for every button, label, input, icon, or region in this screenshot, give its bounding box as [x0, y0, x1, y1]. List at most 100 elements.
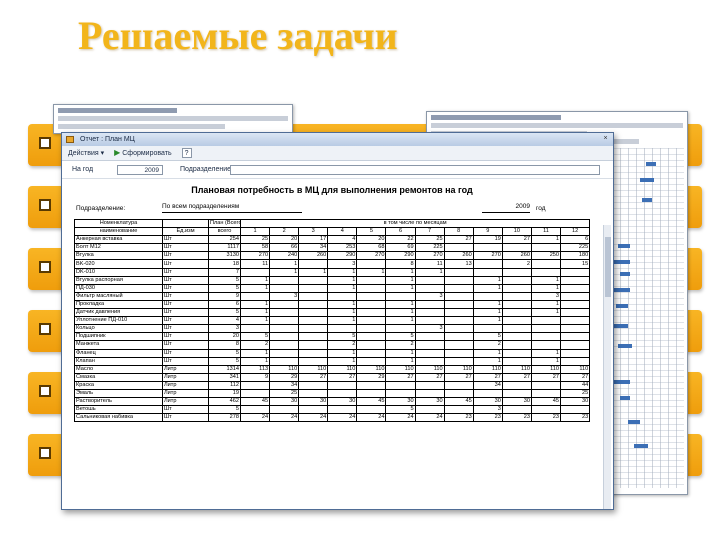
quantity-cell	[501, 332, 532, 342]
quantity-cell: 113	[239, 364, 271, 374]
quantity-cell	[560, 299, 591, 310]
quantity-cell	[298, 259, 329, 269]
quantity-cell	[560, 348, 591, 358]
quantity-cell: 110	[327, 364, 358, 374]
quantity-cell	[269, 405, 300, 415]
quantity-cell	[501, 316, 532, 326]
quantity-cell	[530, 316, 562, 326]
unit-cell: Шт	[162, 235, 209, 245]
quantity-cell	[269, 275, 300, 285]
quantity-cell: 1	[530, 283, 562, 293]
quantity-cell	[356, 388, 387, 399]
quantity-cell: 66	[269, 243, 300, 253]
quantity-cell: 1	[385, 299, 416, 310]
quantity-cell	[414, 299, 445, 310]
quantity-cell	[501, 299, 532, 310]
quantity-cell: 1	[472, 316, 503, 326]
quantity-cell: 3	[414, 324, 445, 334]
quantity-cell: 5	[208, 308, 241, 318]
actions-menu[interactable]: Действия ▾	[68, 146, 104, 161]
quantity-cell: 68	[356, 243, 387, 253]
item-name-cell: Болт М12	[74, 243, 163, 253]
quantity-cell: 5	[385, 405, 416, 415]
vertical-scrollbar[interactable]	[603, 225, 611, 509]
quantity-cell: 110	[472, 364, 503, 374]
column-header: 3	[298, 227, 329, 237]
quantity-cell: 27	[472, 372, 503, 382]
quantity-cell: 270	[472, 251, 503, 261]
quantity-cell: 25	[269, 388, 300, 399]
gantt-task-bar	[646, 162, 656, 166]
quantity-cell: 29	[356, 372, 387, 382]
quantity-cell: 24	[269, 413, 300, 423]
quantity-cell: 45	[356, 397, 387, 407]
scrollbar-thumb[interactable]	[605, 237, 611, 297]
table-header-row: Номенклатура План (Всего в том числе по …	[74, 218, 591, 229]
column-header: всего	[208, 227, 241, 237]
quantity-cell: 6	[208, 299, 241, 310]
unit-cell: Шт	[162, 356, 209, 366]
quantity-cell: 27	[443, 235, 474, 245]
quantity-cell	[414, 308, 445, 318]
column-header: 12	[560, 227, 591, 237]
window-titlebar[interactable]: Отчет : План МЦ ×	[62, 133, 613, 146]
quantity-cell	[298, 340, 329, 350]
gantt-task-bar	[618, 244, 630, 248]
quantity-cell	[443, 283, 474, 293]
quantity-cell	[414, 316, 445, 326]
gantt-task-bar	[614, 260, 630, 264]
quantity-cell	[443, 275, 474, 285]
unit-cell: Шт	[162, 259, 209, 269]
quantity-cell	[269, 356, 300, 366]
item-name-cell: Подшипник	[74, 332, 163, 342]
quantity-cell: 225	[414, 243, 445, 253]
quantity-cell: 1	[327, 267, 358, 277]
quantity-cell	[443, 308, 474, 318]
quantity-cell: 1	[385, 356, 416, 366]
checkbox-bullet-icon	[39, 323, 51, 335]
quantity-cell	[239, 291, 271, 301]
quantity-cell	[356, 291, 387, 301]
column-header: 9	[472, 227, 503, 237]
quantity-cell: 1	[385, 275, 416, 285]
quantity-cell: 1	[298, 267, 329, 277]
item-name-cell: Уплотнение ПД-010	[74, 316, 163, 326]
unit-cell: Шт	[162, 405, 209, 415]
quantity-cell: 9	[239, 372, 271, 382]
gantt-task-bar	[616, 304, 628, 308]
quantity-cell: 23	[501, 413, 532, 423]
year-param-input[interactable]: 2009	[117, 165, 163, 175]
quantity-cell: 1	[530, 308, 562, 318]
column-header: 1	[239, 227, 271, 237]
quantity-cell: 20	[269, 235, 300, 245]
quantity-cell	[443, 299, 474, 310]
quantity-cell: 27	[443, 372, 474, 382]
quantity-cell: 1	[472, 356, 503, 366]
item-name-cell: Клапан	[74, 356, 163, 366]
generate-button[interactable]: ▶ Сформировать	[114, 145, 171, 161]
quantity-cell: 1	[327, 283, 358, 293]
table-row: Болт М12 Шт 1117 58 66 34 253 68 69 225 225	[74, 243, 591, 253]
quantity-cell	[298, 308, 329, 318]
quantity-cell: 2	[239, 340, 271, 350]
quantity-cell	[269, 340, 300, 350]
quantity-cell: 2	[385, 340, 416, 350]
quantity-cell: 11	[414, 259, 445, 269]
subdivision-param-input[interactable]	[230, 165, 600, 175]
quantity-cell	[356, 283, 387, 293]
unit-cell: Шт	[162, 291, 209, 301]
quantity-cell	[414, 283, 445, 293]
quantity-cell: 1	[530, 275, 562, 285]
help-button[interactable]: ?	[181, 148, 192, 158]
quantity-cell	[501, 275, 532, 285]
item-name-cell: Масло	[74, 364, 163, 374]
quantity-cell: 250	[530, 251, 562, 261]
unit-cell: Шт	[162, 413, 209, 423]
quantity-cell: 1	[385, 283, 416, 293]
quantity-cell: 24	[414, 413, 445, 423]
close-button[interactable]: ×	[601, 135, 610, 144]
table-row: Эмаль Литр 19 25 25	[74, 388, 591, 399]
report-app-icon	[66, 136, 74, 143]
quantity-cell: 1	[239, 316, 271, 326]
quantity-cell: 1	[327, 348, 358, 358]
